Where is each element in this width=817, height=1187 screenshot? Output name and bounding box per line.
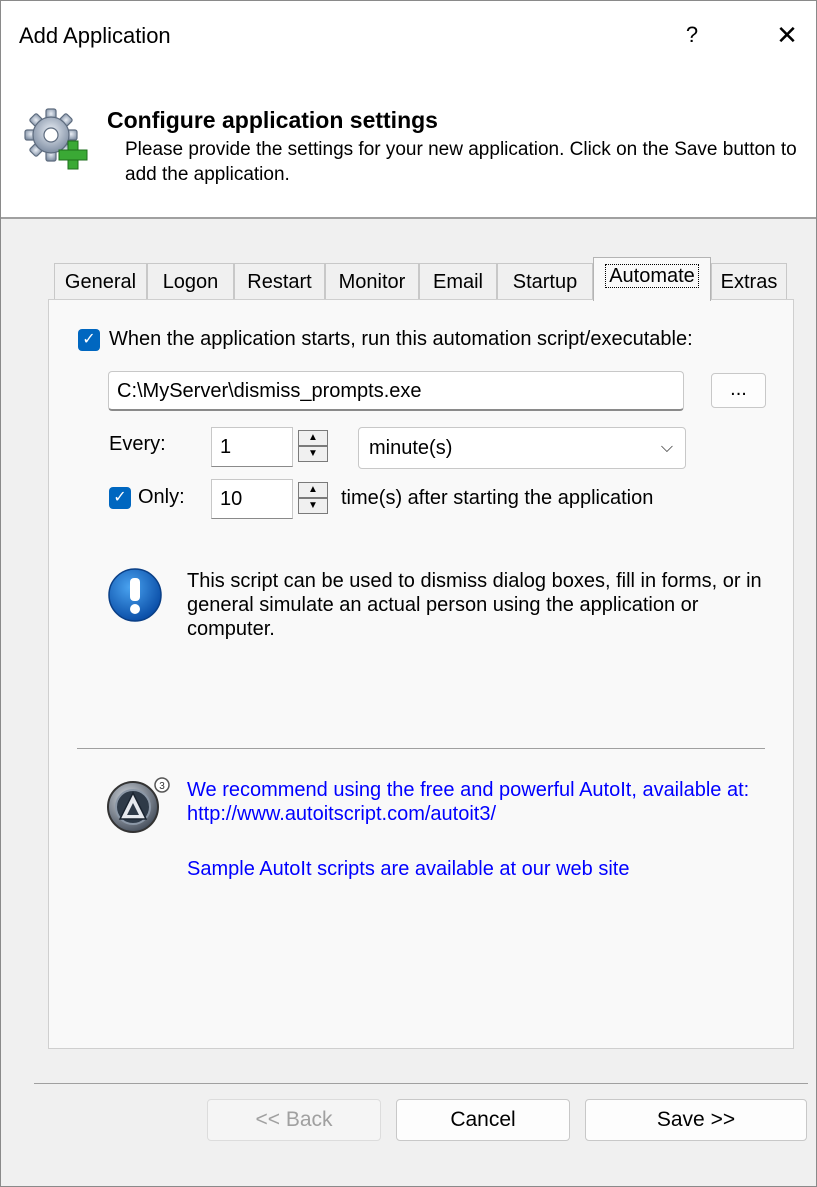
only-checkbox[interactable]: ✓ [109,487,131,509]
tab-monitor[interactable]: Monitor [325,263,419,299]
only-spin-up[interactable]: ▲ [298,482,328,498]
help-button[interactable]: ? [677,17,707,53]
only-label: Only: [138,486,185,508]
tab-label: Startup [512,271,578,293]
header-description: Please provide the settings for your new… [125,139,797,185]
automate-panel [48,299,794,1049]
tab-logon[interactable]: Logon [147,263,234,299]
close-button[interactable]: ✕ [769,17,805,53]
exclamation-info-icon [107,567,163,623]
tab-label: Monitor [338,271,406,293]
tab-label: Automate [605,264,699,288]
autoit-samples-link[interactable]: Sample AutoIt scripts are available at o… [187,857,777,881]
browse-button[interactable]: ... [711,373,766,408]
tab-label: Email [432,271,483,293]
every-value-input[interactable]: 1 [211,427,293,467]
autoit-recommend-link[interactable]: We recommend using the free and powerful… [187,778,777,826]
interval-unit-select[interactable]: minute(s) ⌵ [358,427,686,469]
back-button[interactable]: << Back [207,1099,381,1141]
autoit-logo-icon: 3 [105,775,175,835]
window-title: Add Application [19,23,171,48]
script-path-input[interactable]: C:\MyServer\dismiss_prompts.exe [108,371,684,411]
footer-divider [34,1083,808,1084]
run-script-checkbox[interactable]: ✓ [78,329,100,351]
save-button[interactable]: Save >> [585,1099,807,1141]
chevron-down-icon: ⌵ [660,439,673,456]
tab-extras[interactable]: Extras [711,263,787,299]
run-script-label: When the application starts, run this au… [109,328,693,350]
tab-label: General [64,271,137,293]
panel-divider [77,748,765,749]
tab-restart[interactable]: Restart [234,263,325,299]
tab-startup[interactable]: Startup [497,263,593,299]
tab-email[interactable]: Email [419,263,497,299]
every-label: Every: [109,433,166,455]
tab-label: Restart [247,271,312,293]
cancel-button[interactable]: Cancel [396,1099,570,1141]
tab-label: Logon [162,271,219,293]
dialog-header: Configure application settings Please pr… [1,71,816,219]
svg-text:3: 3 [159,781,165,792]
only-value-input[interactable]: 10 [211,479,293,519]
tab-automate[interactable]: Automate [593,257,711,301]
every-spin-up[interactable]: ▲ [298,430,328,446]
tab-general[interactable]: General [54,263,147,299]
interval-unit-value: minute(s) [369,437,453,459]
only-spin-down[interactable]: ▼ [298,498,328,514]
times-after-label: time(s) after starting the application [341,487,654,509]
every-spin-down[interactable]: ▼ [298,446,328,462]
header-title: Configure application settings [107,107,438,133]
info-text: This script can be used to dismiss dialo… [187,570,762,640]
tab-label: Extras [720,271,778,293]
add-application-dialog: Add Application ? ✕ Configure applicatio… [0,0,817,1187]
title-bar: Add Application ? ✕ [1,1,816,71]
gear-add-icon [21,103,91,173]
